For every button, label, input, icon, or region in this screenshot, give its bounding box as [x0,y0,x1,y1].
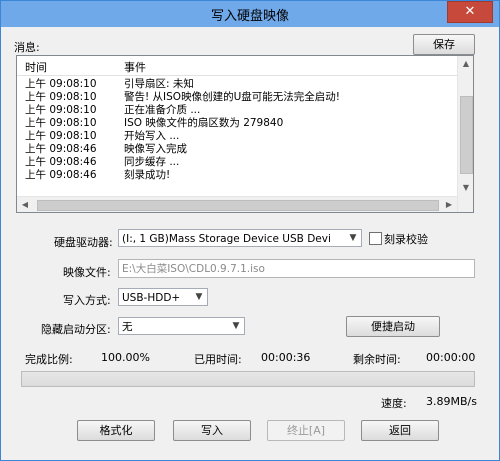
messages-label: 消息: [14,41,40,54]
write-method-select[interactable]: USB-HDD+ ▼ [118,288,208,306]
list-item: 上午 09:08:10 ISO 映像文件的扇区数为 279840 [17,115,457,129]
hidden-partition-label: 隐藏启动分区: [41,323,111,336]
list-item: 上午 09:08:10 正在准备介质 ... [17,102,457,116]
vertical-scroll-thumb[interactable] [460,96,473,174]
elapsed-value: 00:00:36 [261,351,311,364]
progress-bar-fill [22,372,474,386]
chevron-down-icon[interactable]: ▼ [228,318,244,334]
drive-value: (I:, 1 GB)Mass Storage Device USB Devi [122,233,331,245]
close-button[interactable]: ✕ [447,1,493,23]
image-file-label: 映像文件: [63,266,111,279]
speed-value: 3.89MB/s [426,395,477,408]
list-item: 上午 09:08:10 开始写入 ... [17,128,457,142]
progress-label: 完成比例: [25,353,73,366]
scroll-right-icon[interactable]: ▶ [441,197,457,212]
message-log-list[interactable]: 时间 事件 上午 09:08:10 引导扇区: 未知 上午 09:08:10 警告!… [16,55,474,213]
verify-label: 刻录校验 [384,233,428,246]
progress-bar [21,371,475,387]
horizontal-scroll-thumb[interactable] [37,200,439,211]
quick-boot-button[interactable]: 便捷启动 [346,316,440,337]
write-button[interactable]: 写入 [173,420,251,441]
window-title: 写入硬盘映像 [210,9,289,24]
remaining-value: 00:00:00 [426,351,476,364]
speed-label: 速度: [381,397,407,410]
list-item: 上午 09:08:10 警告! 从ISO映像创建的U盘可能无法完全启动! [17,89,457,103]
remaining-label: 剩余时间: [353,353,401,366]
image-file-field[interactable]: E:\大白菜ISO\CDL0.9.7.1.iso [118,259,475,278]
column-header-time[interactable]: 时间 [25,59,47,75]
list-header: 时间 事件 [17,56,473,76]
drive-select[interactable]: (I:, 1 GB)Mass Storage Device USB Devi ▼ [118,229,362,247]
list-item: 上午 09:08:10 引导扇区: 未知 [17,76,457,90]
log-event: 刻录成功! [124,169,171,181]
title-bar: 写入硬盘映像 ✕ [1,1,499,27]
log-rows: 上午 09:08:10 引导扇区: 未知 上午 09:08:10 警告! 从ISO映… [17,76,457,181]
drive-label: 硬盘驱动器: [54,236,113,249]
format-button[interactable]: 格式化 [77,420,155,441]
elapsed-label: 已用时间: [194,353,242,366]
write-disk-image-window: 写入硬盘映像 ✕ 消息: 保存 时间 事件 上午 09:08:10 引导扇区: 未… [0,0,500,461]
hidden-partition-value: 无 [122,321,133,333]
verify-checkbox[interactable] [369,232,382,245]
horizontal-scrollbar[interactable]: ◀ ▶ [17,196,457,212]
scroll-left-icon[interactable]: ◀ [17,197,33,212]
write-method-value: USB-HDD+ [122,292,181,304]
save-button[interactable]: 保存 [413,34,475,55]
column-header-event[interactable]: 事件 [124,59,146,75]
write-method-label: 写入方式: [63,294,111,307]
list-item: 上午 09:08:46 映像写入完成 [17,141,457,155]
stop-button[interactable]: 终止[A] [267,420,345,441]
scroll-down-icon[interactable]: ▼ [458,180,473,196]
hidden-partition-select[interactable]: 无 ▼ [118,317,245,335]
list-item: 上午 09:08:46 同步缓存 ... [17,154,457,168]
chevron-down-icon[interactable]: ▼ [191,289,207,305]
back-button[interactable]: 返回 [361,420,439,441]
scroll-up-icon[interactable]: ▲ [458,56,473,72]
vertical-scrollbar[interactable]: ▲ ▼ [457,56,473,212]
log-time: 上午 09:08:46 [25,169,97,181]
progress-value: 100.00% [101,351,150,364]
list-item: 上午 09:08:46 刻录成功! [17,167,457,181]
chevron-down-icon[interactable]: ▼ [345,230,361,246]
